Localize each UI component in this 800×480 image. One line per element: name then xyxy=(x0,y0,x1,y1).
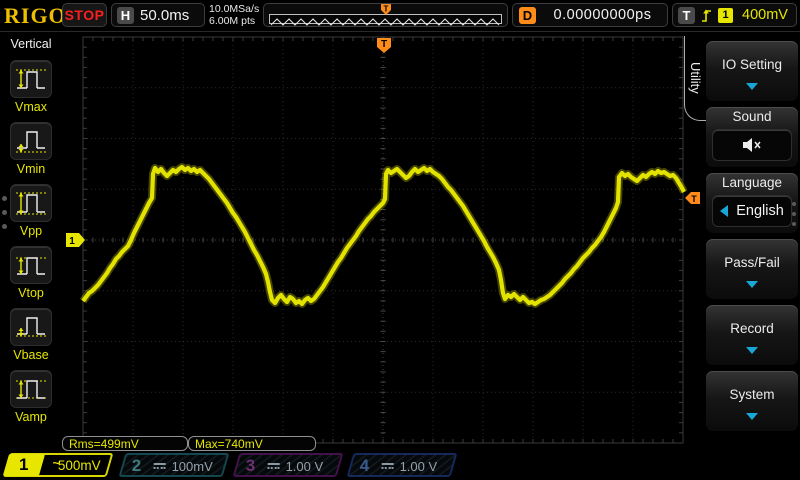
language-selector[interactable]: English xyxy=(712,195,792,227)
top-status-bar: RIGOL STOP H 50.0ms 10.0MSa/s 6.00M pts … xyxy=(0,0,800,32)
sidebar-item-vamp[interactable]: Vamp xyxy=(0,370,62,424)
sidebar-item-vmin[interactable]: Vmin xyxy=(0,122,62,176)
delay-d-icon: D xyxy=(519,6,536,24)
trigger-t-icon: T xyxy=(678,6,695,24)
channel-2-status[interactable]: 2 100mV xyxy=(118,453,230,477)
channel-1-scale: 500mV xyxy=(57,458,101,473)
trigger-position-marker[interactable]: T xyxy=(377,38,391,53)
language-value: English xyxy=(736,203,784,219)
ch1-offset-label: 1 xyxy=(69,236,75,247)
menu-button-record[interactable]: Record xyxy=(706,305,798,365)
chevron-down-icon xyxy=(746,413,758,420)
measurement-max: Max=740mV xyxy=(188,436,316,451)
dc-coupling-icon xyxy=(381,463,394,469)
chevron-left-icon xyxy=(720,205,729,217)
sound-toggle[interactable] xyxy=(712,129,792,161)
waveform-position-preview[interactable]: T xyxy=(263,3,508,27)
channel-3-scale: 1.00 V xyxy=(285,459,324,474)
menu-button-sound[interactable]: Sound xyxy=(706,107,798,167)
ch1-offset-marker[interactable]: 1 xyxy=(66,233,85,247)
vbase-measure-icon xyxy=(16,317,46,337)
trigger-source-badge: 1 xyxy=(718,7,733,23)
menu-button-language[interactable]: Language English xyxy=(706,173,798,233)
vmin-measure-icon xyxy=(16,131,46,153)
rising-edge-icon xyxy=(702,9,711,22)
graticule xyxy=(82,36,684,444)
sidebar-item-vmax[interactable]: Vmax xyxy=(0,60,62,114)
vamp-measure-icon xyxy=(16,380,46,399)
trigger-status-box[interactable]: T 1 400mV xyxy=(672,3,797,27)
trigger-delay-box[interactable]: D 0.00000000ps xyxy=(512,3,668,27)
measure-sidebar: Vertical Vmax Vmin Vpp Vtop Vbase Vamp xyxy=(0,32,62,452)
chevron-down-icon xyxy=(746,281,758,288)
oscilloscope-screen: T T 1 RIGOL STOP H 50.0ms 10.0MSa/s 6.00… xyxy=(0,0,800,480)
scope-display: T T 1 xyxy=(66,36,700,444)
sidebar-page-dots xyxy=(2,196,7,229)
speaker-muted-icon xyxy=(743,138,761,152)
channel-4-scale: 1.00 V xyxy=(399,459,438,474)
channel-1-badge: 1 xyxy=(2,454,46,476)
sidebar-item-vbase[interactable]: Vbase xyxy=(0,308,62,362)
preview-trigger-marker-icon: T xyxy=(381,4,391,15)
sample-rate: 10.0MSa/s xyxy=(209,3,260,15)
menu-button-pass-fail[interactable]: Pass/Fail xyxy=(706,239,798,299)
channel-1-status[interactable]: 1 ~ 500mV xyxy=(2,453,114,477)
trigger-position-label: T xyxy=(381,39,387,50)
chevron-down-icon xyxy=(746,347,758,354)
dc-coupling-icon xyxy=(153,463,166,469)
menu-button-io-setting[interactable]: IO Setting xyxy=(706,41,798,101)
vmax-measure-icon xyxy=(16,69,46,89)
run-state-label: STOP xyxy=(64,7,105,23)
trigger-level-marker[interactable]: T xyxy=(685,192,700,204)
channel-2-scale: 100mV xyxy=(171,459,213,474)
channel-3-status[interactable]: 3 1.00 V xyxy=(232,453,344,477)
menu-button-system[interactable]: System xyxy=(706,371,798,431)
sidebar-title: Vertical xyxy=(10,37,52,51)
menu-page-dots xyxy=(792,202,796,226)
run-stop-indicator[interactable]: STOP xyxy=(62,3,107,27)
acquisition-info: 10.0MSa/s 6.00M pts xyxy=(209,3,259,27)
horizontal-h-icon: H xyxy=(117,6,134,24)
channel-status-bar: 1 ~ 500mV 2 100mV 3 1.00 V 4 1.00 V xyxy=(0,452,800,480)
trigger-level-value: 400mV xyxy=(742,7,788,23)
ch1-waveform-trace xyxy=(81,164,686,307)
sidebar-item-vtop[interactable]: Vtop xyxy=(0,246,62,300)
sidebar-item-vpp[interactable]: Vpp xyxy=(0,184,62,238)
vpp-measure-icon xyxy=(16,192,46,215)
delay-value: 0.00000000ps xyxy=(553,7,652,23)
dc-coupling-icon xyxy=(267,463,280,469)
ch1-waveform-glow xyxy=(79,163,688,308)
chevron-down-icon xyxy=(746,83,758,90)
menu-tab-utility: Utility xyxy=(684,36,706,121)
svg-text:T: T xyxy=(384,5,389,14)
timebase-value: 50.0ms xyxy=(140,6,190,24)
horizontal-timebase-box[interactable]: H 50.0ms xyxy=(111,3,205,27)
trigger-level-label: T xyxy=(691,194,697,204)
channel-4-status[interactable]: 4 1.00 V xyxy=(346,453,458,477)
memory-depth: 6.00M pts xyxy=(209,15,256,27)
vtop-measure-icon xyxy=(16,257,46,275)
measurement-rms: Rms=499mV xyxy=(62,436,188,451)
